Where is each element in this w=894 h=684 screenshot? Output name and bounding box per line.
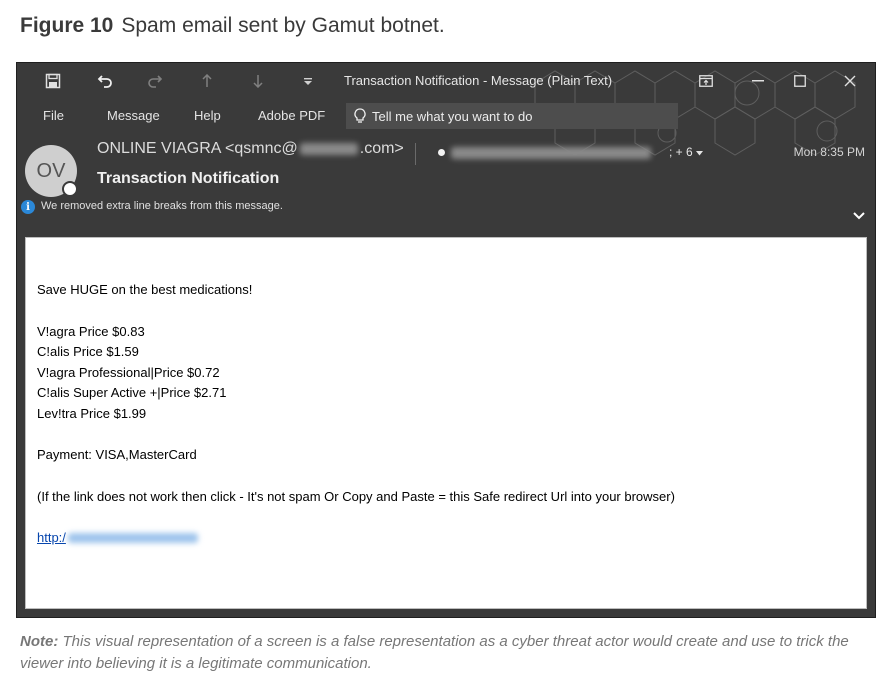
tab-file[interactable]: File [43,108,64,123]
outlook-message-window: Transaction Notification - Message (Plai… [16,62,876,618]
received-date: Mon 8:35 PM [793,145,865,159]
figure-title: Spam email sent by Gamut botnet. [121,14,445,37]
redacted-url [67,533,198,544]
product-line: V!agra Price $0.83 [37,323,145,339]
product-line: Lev!tra Price $1.99 [37,405,147,421]
note-label: Note: [20,633,59,650]
message-body: Save HUGE on the best medications! V!agr… [25,237,867,609]
more-recipients-label: ; + 6 [669,145,693,159]
link-prefix: http:/ [37,530,66,545]
lightbulb-icon [354,108,366,123]
redacted-recipient [451,147,651,159]
tab-help[interactable]: Help [194,108,221,123]
restore-ribbon-icon[interactable] [689,63,723,99]
sender-prefix: ONLINE VIAGRA <qsmnc@ [97,140,298,157]
window-title: Transaction Notification - Message (Plai… [344,73,613,88]
payment-line: Payment: VISA,MasterCard [37,447,197,462]
down-arrow-icon[interactable] [245,63,271,99]
customize-icon[interactable] [295,63,321,99]
tell-me-search[interactable]: Tell me what you want to do [346,103,678,129]
figure-number: Figure 10 [20,14,114,37]
redacted-domain [299,143,358,155]
minimize-icon[interactable] [741,63,775,99]
info-icon: i [21,200,35,214]
chevron-down-icon [696,151,704,156]
redo-icon[interactable] [142,63,168,99]
tell-me-text: Tell me what you want to do [372,108,533,124]
save-icon[interactable] [40,63,66,99]
up-arrow-icon[interactable] [194,63,220,99]
spam-link[interactable]: http:/ [37,528,198,549]
ribbon: File Message Help Adobe PDF Tell me what… [17,99,875,131]
figure-caption: Figure 10 Spam email sent by Gamut botnet… [20,14,445,38]
close-icon[interactable] [833,63,867,99]
product-line: C!alis Super Active +|Price $2.71 [37,385,227,400]
sender[interactable]: ONLINE VIAGRA <qsmnc@ .com> [97,140,404,158]
note-text: This visual representation of a screen i… [20,633,849,672]
maximize-icon[interactable] [783,63,817,99]
figure-note: Note: This visual representation of a sc… [20,631,880,675]
message-header: OV ONLINE VIAGRA <qsmnc@ .com> ; + 6 Mon… [17,131,875,294]
undo-icon[interactable] [92,63,118,99]
tab-message[interactable]: Message [107,108,160,123]
tab-adobe-pdf[interactable]: Adobe PDF [258,108,325,123]
recipient-status-dot [438,149,445,156]
sender-suffix: .com> [359,140,404,157]
header-divider [415,143,416,165]
avatar-initials: OV [36,159,66,182]
instruction-line: (If the link does not work then click - … [37,488,675,504]
presence-indicator [62,181,78,197]
info-message: We removed extra line breaks from this m… [41,200,283,212]
message-subject: Transaction Notification [97,170,280,187]
more-recipients[interactable]: ; + 6 [669,145,704,159]
expand-chevron-icon[interactable] [853,207,865,225]
product-line: C!alis Price $1.59 [37,344,139,359]
title-bar: Transaction Notification - Message (Plai… [17,63,875,99]
body-headline: Save HUGE on the best medications! [37,282,253,297]
product-line: V!agra Professional|Price $0.72 [37,364,220,380]
